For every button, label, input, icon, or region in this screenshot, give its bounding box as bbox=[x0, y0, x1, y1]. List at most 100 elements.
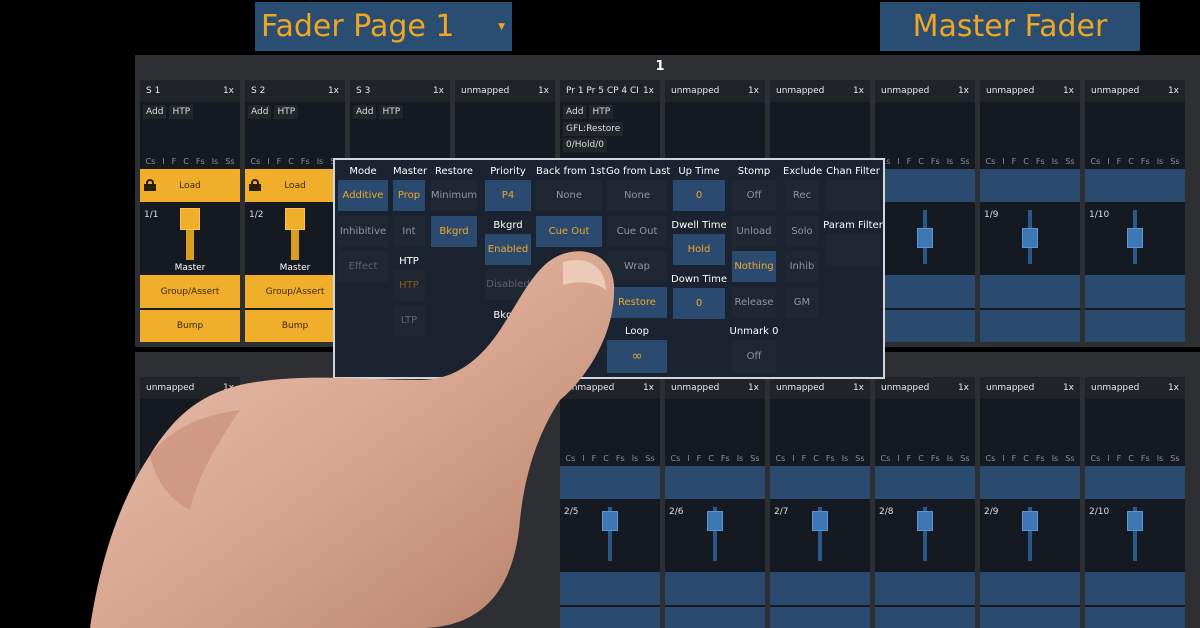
fader-handle[interactable] bbox=[917, 228, 933, 248]
strip-header[interactable]: S 3 1x bbox=[350, 80, 450, 102]
bump-button[interactable]: Bump bbox=[245, 310, 345, 342]
mode-effect-option[interactable]: Effect bbox=[338, 251, 388, 282]
stomp-off-option[interactable]: Off bbox=[732, 180, 776, 211]
load-button[interactable]: Load bbox=[245, 169, 345, 202]
strip-header[interactable]: unmapped 1x bbox=[770, 377, 870, 399]
group-assert-button[interactable]: Group/Assert bbox=[140, 275, 240, 308]
group-assert-button[interactable] bbox=[1085, 275, 1185, 308]
strip-header[interactable]: unmapped 1x bbox=[770, 80, 870, 102]
load-button[interactable] bbox=[1085, 169, 1185, 202]
bump-button[interactable] bbox=[1085, 607, 1185, 628]
bump-button[interactable] bbox=[665, 607, 765, 628]
mode-inhibitive-option[interactable]: Inhibitive bbox=[338, 216, 388, 247]
strip-name: S 3 bbox=[356, 86, 371, 96]
load-button[interactable]: Load bbox=[140, 169, 240, 202]
strip-header[interactable]: unmapped 1x bbox=[665, 80, 765, 102]
exclude-gm-option[interactable]: GM bbox=[785, 287, 819, 318]
dwell-time-value[interactable]: Hold bbox=[673, 234, 725, 265]
fader-handle[interactable] bbox=[1127, 511, 1143, 531]
group-assert-button[interactable] bbox=[770, 572, 870, 605]
param-filter-button[interactable] bbox=[826, 234, 880, 265]
strip-header[interactable]: unmapped 1x bbox=[980, 377, 1080, 399]
strip-header[interactable]: unmapped 1x bbox=[875, 80, 975, 102]
loop-value[interactable]: ∞ bbox=[607, 340, 667, 373]
down-time-value[interactable]: 0 bbox=[673, 288, 725, 319]
chan-filter-button[interactable] bbox=[826, 180, 880, 211]
priority-value[interactable]: P4 bbox=[485, 180, 531, 211]
group-assert-button[interactable] bbox=[560, 572, 660, 605]
fader-handle[interactable] bbox=[1127, 228, 1143, 248]
bump-button[interactable] bbox=[875, 607, 975, 628]
bump-button[interactable] bbox=[560, 607, 660, 628]
bump-button[interactable] bbox=[1085, 310, 1185, 342]
strip-name: unmapped bbox=[776, 86, 825, 96]
strip-header[interactable]: unmapped 1x bbox=[1085, 80, 1185, 102]
htp-option[interactable]: HTP bbox=[393, 270, 425, 301]
strip-name: unmapped bbox=[461, 86, 510, 96]
load-button[interactable] bbox=[980, 169, 1080, 202]
stomp-nothing-option[interactable]: Nothing bbox=[732, 251, 776, 282]
go-restore-option[interactable]: Restore bbox=[607, 287, 667, 318]
go-cue-out-option[interactable]: Cue Out bbox=[607, 216, 667, 247]
master-int-option[interactable]: Int bbox=[393, 216, 425, 247]
bump-button[interactable] bbox=[875, 310, 975, 342]
exclude-inhib-option[interactable]: Inhib bbox=[785, 251, 819, 282]
unmark-value[interactable]: Off bbox=[732, 340, 776, 373]
load-button[interactable] bbox=[560, 466, 660, 499]
strip-header[interactable]: unmapped 1x bbox=[140, 377, 240, 399]
strip-header[interactable]: unmapped 1x bbox=[1085, 377, 1185, 399]
load-button[interactable] bbox=[770, 466, 870, 499]
fader-handle[interactable] bbox=[285, 208, 305, 230]
exclude-solo-option[interactable]: Solo bbox=[785, 216, 819, 247]
master-prop-option[interactable]: Prop bbox=[393, 180, 425, 211]
restore-bkgrd-option[interactable]: Bkgrd bbox=[431, 216, 477, 247]
fader-handle[interactable] bbox=[917, 511, 933, 531]
load-button[interactable] bbox=[1085, 466, 1185, 499]
load-button[interactable] bbox=[875, 169, 975, 202]
load-button[interactable] bbox=[875, 466, 975, 499]
bump-button[interactable] bbox=[770, 607, 870, 628]
fader-handle[interactable] bbox=[602, 511, 618, 531]
strip-header[interactable]: unmapped 1x bbox=[560, 377, 660, 399]
bump-button[interactable] bbox=[980, 310, 1080, 342]
group-assert-button[interactable] bbox=[875, 572, 975, 605]
fader-handle[interactable] bbox=[1022, 228, 1038, 248]
fader-handle[interactable] bbox=[1022, 511, 1038, 531]
group-assert-button[interactable] bbox=[875, 275, 975, 308]
exclude-rec-option[interactable]: Rec bbox=[785, 180, 819, 211]
fader-page-select[interactable]: Fader Page 1 ▼ bbox=[255, 2, 512, 51]
load-button[interactable] bbox=[665, 466, 765, 499]
back-cue-out-option[interactable]: Cue Out bbox=[536, 216, 602, 247]
strip-header[interactable]: unmapped 1x bbox=[980, 80, 1080, 102]
bkgrd-enabled-option[interactable]: Enabled bbox=[485, 234, 531, 265]
back-none-option[interactable]: None bbox=[536, 180, 602, 211]
strip-header[interactable]: unmapped 1x bbox=[455, 80, 555, 102]
group-assert-button[interactable] bbox=[980, 275, 1080, 308]
strip-header[interactable]: Pr 1 Pr 5 CP 4 CP ... 1x bbox=[560, 80, 660, 102]
strip-header[interactable]: unmapped 1x bbox=[665, 377, 765, 399]
fader-handle[interactable] bbox=[812, 511, 828, 531]
bump-button[interactable] bbox=[980, 607, 1080, 628]
bump-button[interactable]: Bump bbox=[140, 310, 240, 342]
group-assert-button[interactable] bbox=[980, 572, 1080, 605]
group-assert-button[interactable]: Group/Assert bbox=[245, 275, 345, 308]
bkgrd-disabled-option[interactable]: Disabled bbox=[485, 269, 531, 300]
up-time-value[interactable]: 0 bbox=[673, 180, 725, 211]
fader-handle[interactable] bbox=[707, 511, 723, 531]
load-button[interactable] bbox=[980, 466, 1080, 499]
ltp-option[interactable]: LTP bbox=[393, 305, 425, 336]
stomp-release-option[interactable]: Release bbox=[732, 287, 776, 318]
mode-additive-option[interactable]: Additive bbox=[338, 180, 388, 211]
stomp-unload-option[interactable]: Unload bbox=[732, 216, 776, 247]
group-assert-button[interactable] bbox=[1085, 572, 1185, 605]
go-wrap-option[interactable]: Wrap bbox=[607, 251, 667, 282]
master-fader-button[interactable]: Master Fader bbox=[880, 2, 1140, 51]
strip-header[interactable]: S 2 1x bbox=[245, 80, 345, 102]
strip-header[interactable]: unmapped 1x bbox=[875, 377, 975, 399]
strip-flags: CsIFCFsIsSs bbox=[985, 454, 1075, 463]
go-none-option[interactable]: None bbox=[607, 180, 667, 211]
strip-header[interactable]: S 1 1x bbox=[140, 80, 240, 102]
group-assert-button[interactable] bbox=[665, 572, 765, 605]
restore-minimum-option[interactable]: Minimum bbox=[431, 180, 477, 211]
fader-handle[interactable] bbox=[180, 208, 200, 230]
